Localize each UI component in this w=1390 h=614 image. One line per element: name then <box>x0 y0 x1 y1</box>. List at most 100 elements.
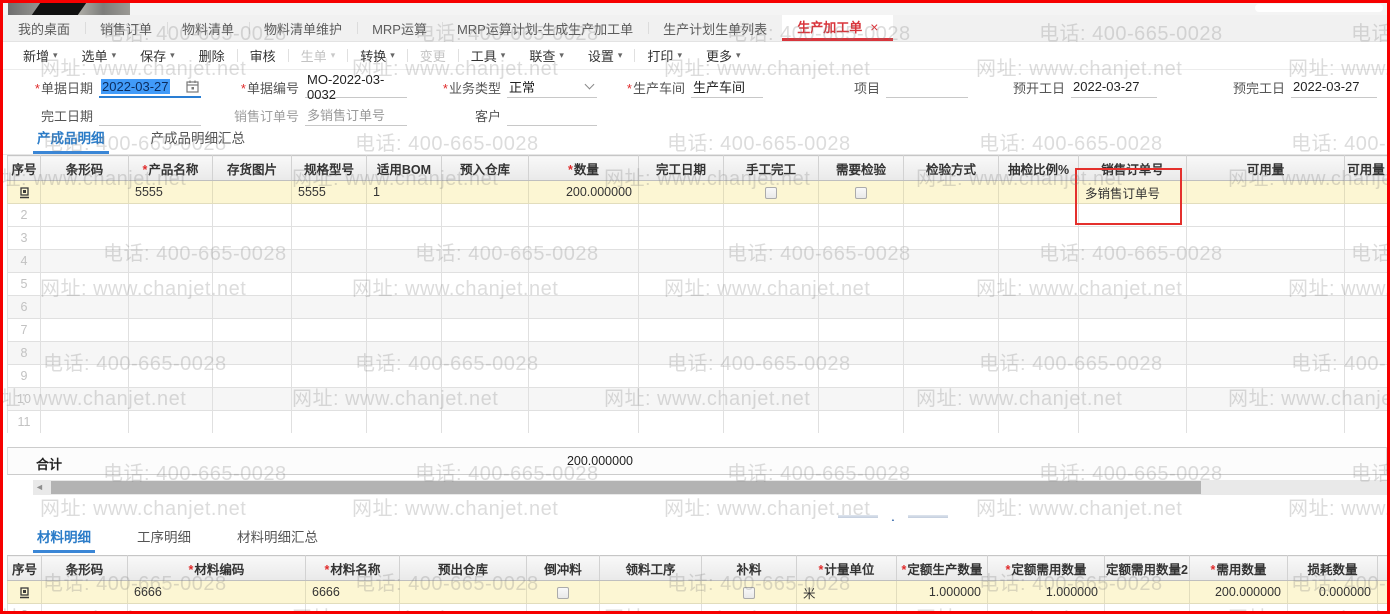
cell-spec-model[interactable] <box>291 203 367 227</box>
cell-spec-model[interactable] <box>291 318 367 342</box>
page-tab-sales-order[interactable]: 销售订单 <box>85 15 167 41</box>
cell-available-qty-2[interactable] <box>1344 226 1387 250</box>
cell-sampling-ratio[interactable] <box>998 249 1079 273</box>
cell-barcode[interactable] <box>40 341 129 365</box>
cell-product-name[interactable] <box>128 410 213 433</box>
cell-barcode[interactable] <box>40 203 129 227</box>
cell-backflush[interactable] <box>526 603 600 611</box>
cell-product-name[interactable] <box>128 387 213 411</box>
cell-stock-image[interactable] <box>212 249 292 273</box>
cell-need-inspect[interactable] <box>818 272 904 296</box>
cell-spec-model[interactable] <box>291 410 367 433</box>
cell-qty[interactable] <box>528 341 639 365</box>
cell-in-warehouse[interactable] <box>441 272 529 296</box>
page-tab-bom[interactable]: 物料清单 <box>167 15 249 41</box>
cell-need-inspect[interactable] <box>818 410 904 433</box>
tools-button[interactable]: 工具 ▾ <box>459 42 518 69</box>
doc-date-input[interactable]: 2022-03-27 <box>99 77 201 98</box>
row-number[interactable]: 10 <box>7 387 41 411</box>
cell-inspect-method[interactable] <box>903 318 999 342</box>
cell-qty[interactable] <box>528 203 639 227</box>
cell-inspect-method[interactable] <box>903 341 999 365</box>
cell-manual-finish[interactable] <box>723 341 819 365</box>
plan-start-date-input[interactable]: 2022-03-27 <box>1071 77 1157 98</box>
delete-button[interactable]: 删除 <box>187 42 237 69</box>
cell-spec-model[interactable]: 5555 <box>291 180 367 204</box>
cell-available-qty-2[interactable] <box>1344 318 1387 342</box>
cell-finish-date[interactable] <box>638 364 724 388</box>
cell-bom[interactable] <box>366 341 442 365</box>
cell-supplement[interactable] <box>701 580 797 604</box>
cell-product-name[interactable] <box>128 203 213 227</box>
cell-barcode[interactable] <box>41 603 128 611</box>
cell-stock-image[interactable] <box>212 180 292 204</box>
cell-in-warehouse[interactable] <box>441 180 529 204</box>
cell-need-inspect[interactable] <box>818 226 904 250</box>
scrollbar-thumb[interactable] <box>51 481 1201 494</box>
cell-need-inspect[interactable] <box>818 318 904 342</box>
cell-qty[interactable] <box>528 226 639 250</box>
cell-need-inspect[interactable] <box>818 295 904 319</box>
cell-unit[interactable]: 米 <box>796 580 897 604</box>
cell-in-warehouse[interactable] <box>441 410 529 433</box>
cell-sampling-ratio[interactable] <box>998 387 1079 411</box>
cell-backflush[interactable] <box>526 580 600 604</box>
cell-available-qty-2[interactable] <box>1344 387 1387 411</box>
cell-extra[interactable] <box>1377 580 1387 604</box>
cell-barcode[interactable] <box>41 580 128 604</box>
cell-barcode[interactable] <box>40 180 129 204</box>
cell-spec-model[interactable] <box>291 249 367 273</box>
cell-quota-req-qty[interactable] <box>987 603 1105 611</box>
cell-finish-date[interactable] <box>638 295 724 319</box>
cell-req-qty[interactable] <box>1189 603 1288 611</box>
row-number[interactable]: 11 <box>7 410 41 433</box>
cell-product-name[interactable]: 5555 <box>128 180 213 204</box>
cell-inspect-method[interactable] <box>903 364 999 388</box>
row-number[interactable]: 8 <box>7 341 41 365</box>
chevron-down-icon[interactable] <box>584 79 595 89</box>
cell-product-name[interactable] <box>128 364 213 388</box>
cell-inspect-method[interactable] <box>903 203 999 227</box>
cell-sale-order-no[interactable]: 多销售订单号 <box>1078 180 1187 204</box>
cell-available-qty[interactable] <box>1186 364 1345 388</box>
cell-sale-order-no[interactable] <box>1078 203 1187 227</box>
row-number[interactable]: 7 <box>7 318 41 342</box>
row-number[interactable]: 2 <box>7 203 41 227</box>
cell-product-name[interactable] <box>128 272 213 296</box>
cell-sale-order-no[interactable] <box>1078 318 1187 342</box>
cell-sampling-ratio[interactable] <box>998 203 1079 227</box>
row-selector[interactable] <box>7 580 42 604</box>
page-tab-production-plan-list[interactable]: 生产计划生单列表 <box>648 15 782 41</box>
cell-manual-finish[interactable] <box>723 226 819 250</box>
cell-stock-image[interactable] <box>212 410 292 433</box>
cell-finish-date[interactable] <box>638 226 724 250</box>
cell-bom[interactable] <box>366 295 442 319</box>
select-doc-button[interactable]: 选单 ▾ <box>70 42 129 69</box>
add-button[interactable]: 新增 ▾ <box>11 42 70 69</box>
cell-need-inspect[interactable] <box>818 387 904 411</box>
cell-inspect-method[interactable] <box>903 387 999 411</box>
row-number[interactable]: 3 <box>7 226 41 250</box>
tab-material-detail[interactable]: 材料明细 <box>33 526 95 553</box>
tab-product-detail-summary[interactable]: 产成品明细汇总 <box>147 127 250 154</box>
cell-sampling-ratio[interactable] <box>998 410 1079 433</box>
cell-spec-model[interactable] <box>291 387 367 411</box>
horizontal-scrollbar[interactable]: ◄ <box>33 480 1387 495</box>
close-icon[interactable]: × <box>870 20 878 34</box>
cell-qty[interactable] <box>528 387 639 411</box>
cell-sampling-ratio[interactable] <box>998 295 1079 319</box>
cell-available-qty-2[interactable] <box>1344 180 1387 204</box>
print-button[interactable]: 打印 ▾ <box>635 42 694 69</box>
cell-sampling-ratio[interactable] <box>998 180 1079 204</box>
cell-barcode[interactable] <box>40 364 129 388</box>
row-number[interactable]: 5 <box>7 272 41 296</box>
cell-barcode[interactable] <box>40 387 129 411</box>
cell-finish-date[interactable] <box>638 387 724 411</box>
cell-stock-image[interactable] <box>212 295 292 319</box>
cell-available-qty-2[interactable] <box>1344 410 1387 433</box>
cell-inspect-method[interactable] <box>903 272 999 296</box>
cell-spec-model[interactable] <box>291 341 367 365</box>
cell-stock-image[interactable] <box>212 226 292 250</box>
finish-date-input[interactable] <box>99 105 201 126</box>
cell-spec-model[interactable] <box>291 364 367 388</box>
